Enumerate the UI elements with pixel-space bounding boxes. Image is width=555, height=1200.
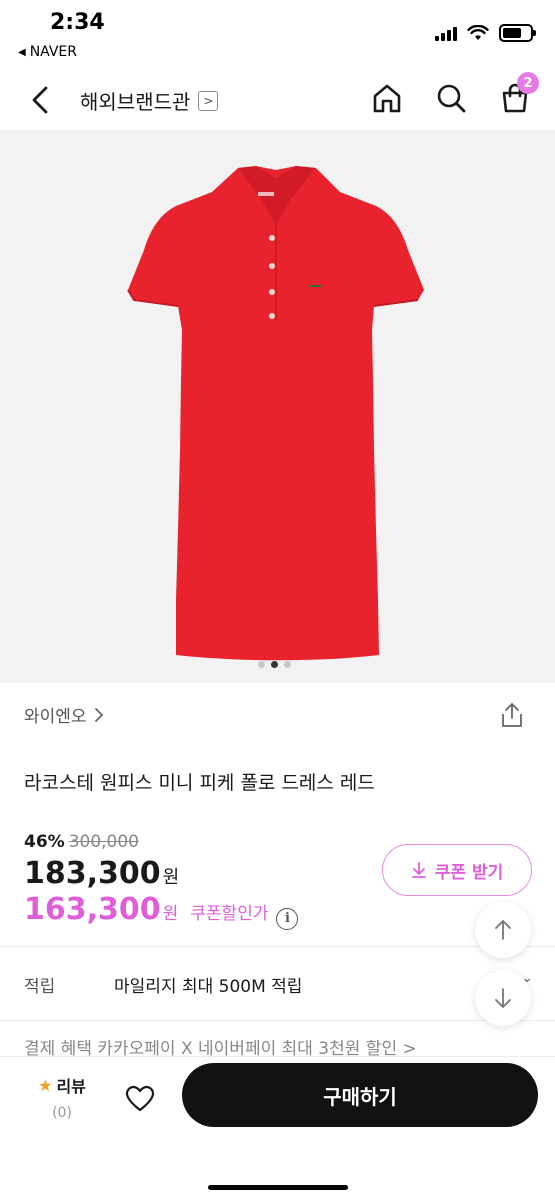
- original-price: 300,000: [68, 832, 140, 852]
- home-button[interactable]: [369, 80, 405, 116]
- status-bar: 2:34 ◀ NAVER: [0, 0, 555, 70]
- scroll-up-button[interactable]: [475, 902, 531, 958]
- review-button[interactable]: ★ 리뷰 (0): [30, 1073, 94, 1122]
- heart-icon: [125, 1085, 155, 1112]
- download-icon: [411, 862, 426, 878]
- arrow-down-icon: [495, 988, 511, 1008]
- carousel-dot: [284, 661, 291, 668]
- wifi-icon: [467, 25, 489, 40]
- store-title-link[interactable]: 해외브랜드관 >: [80, 86, 219, 115]
- return-app-label: NAVER: [29, 44, 78, 60]
- payment-benefit-row[interactable]: 결제 혜택 카카오페이 X 네이버페이 최대 3천원 할인 >: [24, 1040, 544, 1056]
- header-actions: 2: [369, 72, 539, 116]
- share-icon: [502, 703, 522, 727]
- product-title: 라코스테 원피스 미니 피케 폴로 드레스 레드: [24, 772, 375, 794]
- chevron-right-icon: >: [198, 90, 219, 111]
- bottom-action-bar: ★ 리뷰 (0) 구매하기: [0, 1056, 555, 1200]
- back-button[interactable]: [22, 82, 58, 118]
- signal-icon: [435, 25, 457, 41]
- product-image-carousel[interactable]: [0, 130, 555, 683]
- battery-icon: [499, 24, 536, 42]
- coupon-price-label: 쿠폰할인가: [190, 904, 269, 924]
- coupon-price: 163,300 원 쿠폰할인가 i: [24, 892, 299, 930]
- coupon-button-label: 쿠폰 받기: [434, 862, 504, 883]
- scroll-down-button[interactable]: [475, 970, 531, 1026]
- coupon-price-value: 163,300: [24, 892, 161, 927]
- red-polo-dress-image: [127, 166, 424, 661]
- mileage-label: 적립: [24, 977, 56, 997]
- review-title: ★ 리뷰: [30, 1073, 94, 1097]
- sale-price: 183,300 원: [24, 856, 179, 891]
- review-label: 리뷰: [56, 1077, 86, 1096]
- wishlist-button[interactable]: [122, 1081, 158, 1117]
- section-divider: [0, 946, 555, 947]
- chevron-right-icon: [94, 707, 103, 722]
- cart-button[interactable]: 2: [497, 72, 539, 116]
- discount-rate: 46%: [24, 832, 65, 852]
- store-title: 해외브랜드관: [80, 90, 191, 114]
- back-triangle-icon: ◀: [18, 46, 26, 58]
- status-icons: [435, 24, 536, 42]
- home-icon: [373, 84, 401, 113]
- top-nav: 해외브랜드관 > 2: [0, 70, 555, 130]
- discount-line: 46% 300,000: [24, 832, 139, 852]
- cart-count-badge: 2: [517, 72, 539, 94]
- share-button[interactable]: [497, 700, 527, 730]
- status-time: 2:34: [50, 10, 105, 35]
- carousel-dot-active: [271, 661, 278, 668]
- search-icon: [437, 84, 466, 113]
- carousel-indicator: [258, 661, 291, 668]
- home-indicator: [208, 1185, 348, 1190]
- star-icon: ★: [38, 1075, 53, 1095]
- sale-price-currency: 원: [162, 867, 180, 888]
- sale-price-value: 183,300: [24, 856, 161, 891]
- carousel-dot: [258, 661, 265, 668]
- info-icon[interactable]: i: [276, 907, 299, 930]
- mileage-value: 마일리지 최대 500M 적립: [114, 977, 303, 997]
- buy-button[interactable]: 구매하기: [182, 1063, 538, 1127]
- payment-benefit-text: 결제 혜택 카카오페이 X 네이버페이 최대 3천원 할인 >: [24, 1040, 417, 1056]
- back-icon: [32, 86, 48, 114]
- get-coupon-button[interactable]: 쿠폰 받기: [382, 844, 532, 896]
- arrow-up-icon: [495, 920, 511, 940]
- search-button[interactable]: [433, 80, 469, 116]
- return-to-app-link[interactable]: ◀ NAVER: [18, 44, 77, 60]
- brand-name: 와이엔오: [24, 707, 87, 727]
- coupon-price-currency: 원: [162, 904, 179, 924]
- brand-link[interactable]: 와이엔오: [24, 702, 105, 727]
- review-count: (0): [52, 1105, 72, 1121]
- section-divider: [0, 1020, 555, 1021]
